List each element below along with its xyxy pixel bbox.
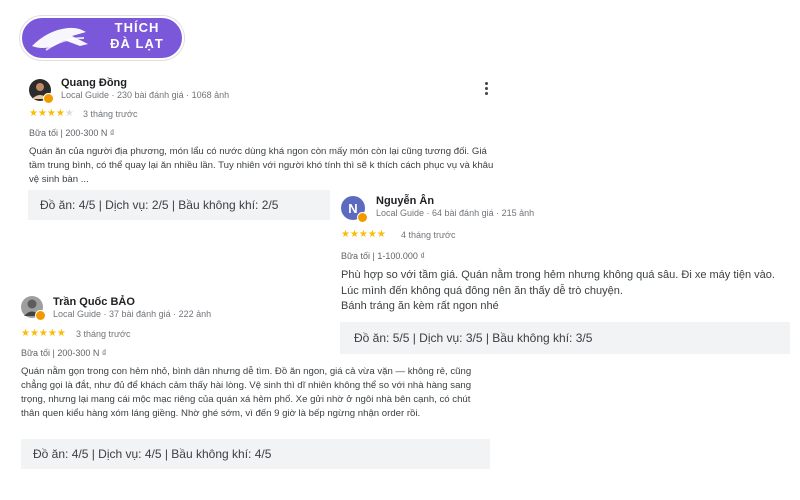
reviewer-name[interactable]: Trần Quốc BẢO	[53, 296, 135, 308]
reviewer-name[interactable]: Quang Đồng	[61, 77, 127, 89]
reviewer-meta: Local Guide · 230 bài đánh giá · 1068 ản…	[61, 90, 230, 100]
meal-price: Bữa tối | 1-100.000 ₫	[341, 251, 426, 261]
sub-ratings-text: Đồ ăn: 5/5 | Dịch vụ: 3/5 | Bầu không kh…	[354, 331, 593, 345]
meal-price: Bữa tối | 200-300 N ₫	[21, 348, 107, 358]
star-rating: ★★★★★	[29, 108, 74, 119]
review-text: Quán ăn của người địa phương, món lẩu có…	[29, 146, 494, 185]
brand-logo: THÍCH ĐÀ LẠT	[20, 16, 184, 60]
meal-price: Bữa tối | 200-300 N ₫	[29, 128, 115, 138]
sub-ratings-text: Đồ ăn: 4/5 | Dịch vụ: 4/5 | Bầu không kh…	[33, 447, 272, 461]
star-rating: ★★★★★	[21, 328, 66, 339]
reviewer-meta: Local Guide · 37 bài đánh giá · 222 ảnh	[53, 309, 212, 319]
avatar[interactable]: N	[341, 196, 368, 223]
review-text-line: Phù hợp so với tầm giá. Quán nằm trong h…	[341, 269, 775, 281]
review-date: 3 tháng trước	[76, 329, 131, 339]
sub-ratings: Đồ ăn: 4/5 | Dịch vụ: 4/5 | Bầu không kh…	[21, 439, 490, 469]
sub-ratings: Đồ ăn: 5/5 | Dịch vụ: 3/5 | Bầu không kh…	[340, 322, 790, 354]
star-rating: ★★★★★	[341, 229, 386, 240]
review-text: Phù hợp so với tầm giá. Quán nằm trong h…	[341, 268, 791, 315]
review-date: 3 tháng trước	[83, 109, 138, 119]
review-text-line: Lúc mình đến không quá đông nên ăn thấy …	[341, 284, 623, 297]
reviewer-meta: Local Guide · 64 bài đánh giá · 215 ảnh	[376, 208, 535, 218]
reviewer-name[interactable]: Nguyễn Ân	[376, 195, 434, 207]
more-options-icon[interactable]	[482, 82, 490, 96]
logo-line-2: ĐÀ LẠT	[110, 36, 164, 51]
review-text-line: Bánh tráng ăn kèm rất ngon nhé	[341, 300, 499, 312]
sub-ratings-text: Đồ ăn: 4/5 | Dịch vụ: 2/5 | Bầu không kh…	[40, 198, 279, 212]
logo-text: THÍCH ĐÀ LẠT	[96, 20, 178, 52]
logo-line-1: THÍCH	[114, 20, 160, 35]
local-guide-badge	[43, 93, 54, 104]
avatar[interactable]	[29, 79, 54, 104]
review-date: 4 tháng trước	[401, 230, 456, 240]
local-guide-badge	[357, 212, 368, 223]
local-guide-badge	[35, 310, 46, 321]
airplane-icon	[32, 27, 88, 51]
sub-ratings: Đồ ăn: 4/5 | Dịch vụ: 2/5 | Bầu không kh…	[28, 190, 330, 220]
avatar[interactable]	[21, 296, 46, 321]
review-text: Quán nằm gọn trong con hẻm nhỏ, bình dân…	[21, 366, 472, 419]
avatar-initial: N	[348, 200, 358, 216]
